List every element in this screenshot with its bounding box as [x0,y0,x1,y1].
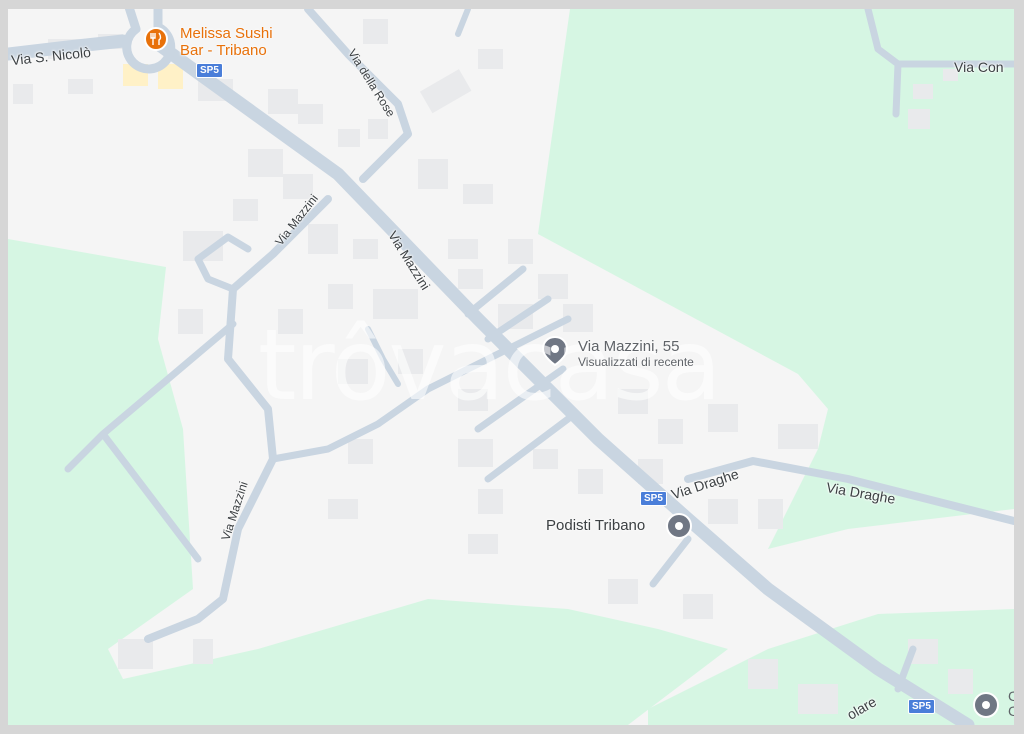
corner-poi-line1: C [1008,688,1014,704]
selected-location-subtitle: Visualizzati di recente [578,354,694,369]
route-shield-sp5-mid: SP5 [640,491,667,506]
selected-location-label[interactable]: Via Mazzini, 55 Visualizzati di recente [578,338,694,369]
route-shield-sp5-south: SP5 [908,699,935,714]
corner-location-pin[interactable] [973,692,999,718]
map-frame: trôvacasa Via S. Nicolò Via della Rose V… [8,9,1014,725]
restaurant-name-line1: Melissa Sushi [180,25,273,42]
podisti-label[interactable]: Podisti Tribano [546,517,645,535]
corner-poi-line2: C [1008,703,1014,720]
corner-poi-label[interactable]: C C [1008,688,1014,720]
restaurant-name-line2: Bar - Tribano [180,41,267,59]
podisti-location-pin[interactable] [666,513,692,539]
route-shield-sp5-north: SP5 [196,63,223,78]
restaurant-pin[interactable] [144,27,168,51]
selected-location-title: Via Mazzini, 55 [578,338,680,355]
restaurant-label[interactable]: Melissa Sushi Bar - Tribano [180,25,273,59]
street-label-via-con: Via Con [954,59,1004,75]
